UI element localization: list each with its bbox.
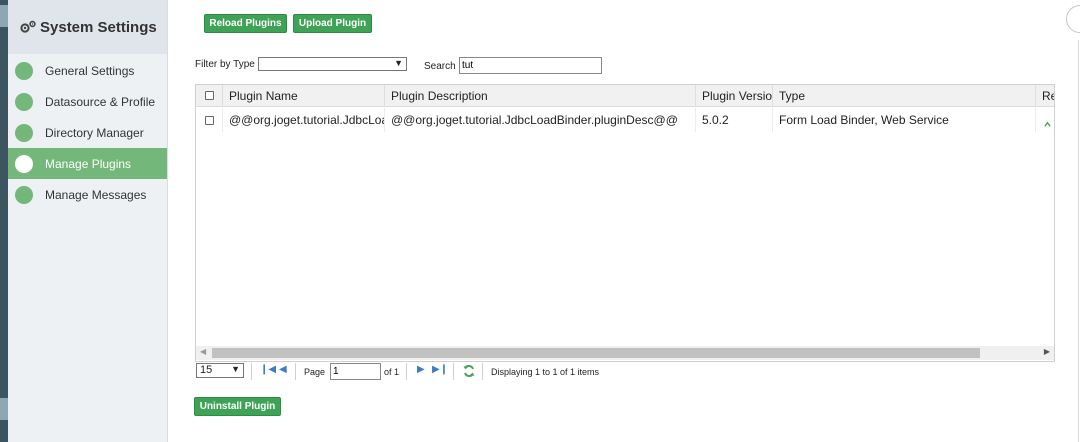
last-page-icon[interactable]: ▶❙ bbox=[432, 364, 448, 375]
filter-type-label: Filter by Type bbox=[195, 59, 255, 70]
close-circle-icon[interactable] bbox=[1066, 5, 1080, 33]
search-label: Search bbox=[424, 61, 456, 72]
page-of-label: of 1 bbox=[384, 367, 400, 377]
sidebar-item-label: Manage Messages bbox=[45, 187, 147, 202]
column-header-reload[interactable]: Re bbox=[1036, 85, 1054, 106]
sidebar-item-manage-plugins[interactable]: Manage Plugins bbox=[8, 148, 167, 179]
divider bbox=[453, 363, 454, 380]
filter-type-select[interactable]: ▼ bbox=[258, 57, 407, 71]
strip-chip bbox=[0, 398, 8, 420]
divider bbox=[406, 363, 407, 380]
sidebar-item-directory-manager[interactable]: Directory Manager bbox=[8, 117, 167, 148]
sidebar-item-label: General Settings bbox=[45, 63, 135, 78]
circle-icon bbox=[15, 92, 33, 111]
page-size-value: 15 bbox=[200, 364, 213, 376]
divider bbox=[295, 363, 296, 380]
page-label: Page bbox=[304, 367, 326, 377]
sidebar-item-datasource-profile[interactable]: Datasource & Profile bbox=[8, 86, 167, 117]
scroll-right-icon[interactable]: ▶ bbox=[1044, 347, 1050, 356]
sidebar-title: System Settings bbox=[40, 18, 157, 36]
select-all-checkbox[interactable] bbox=[205, 91, 214, 100]
row-checkbox[interactable] bbox=[205, 115, 214, 125]
sidebar-header: System Settings bbox=[8, 0, 167, 54]
sidebar-item-label: Manage Plugins bbox=[45, 156, 132, 171]
circle-icon bbox=[15, 185, 33, 204]
column-header-plugin-description[interactable]: Plugin Description bbox=[385, 85, 696, 106]
reload-plugins-button[interactable]: Reload Plugins bbox=[204, 14, 287, 33]
plugin-description-cell: @@org.joget.tutorial.JdbcLoadBinder.plug… bbox=[385, 108, 696, 132]
next-page-icon[interactable]: ▶ bbox=[417, 364, 425, 375]
chevron-down-icon: ▼ bbox=[231, 364, 240, 374]
column-header-plugin-name[interactable]: Plugin Name bbox=[223, 85, 385, 106]
left-window-strip bbox=[0, 0, 8, 442]
system-settings-page: System Settings General Settings Datasou… bbox=[0, 0, 1080, 442]
gears-icon bbox=[20, 20, 36, 33]
page-number-input[interactable] bbox=[330, 363, 381, 380]
sidebar: System Settings General Settings Datasou… bbox=[8, 0, 168, 442]
refresh-icon[interactable] bbox=[462, 364, 476, 378]
plugins-table: Plugin Name Plugin Description Plugin Ve… bbox=[195, 84, 1055, 362]
circle-icon bbox=[15, 123, 33, 142]
page-size-select[interactable]: 15 ▼ bbox=[196, 363, 244, 378]
previous-page-icon[interactable]: ◀ bbox=[279, 364, 287, 375]
scrollbar-thumb[interactable] bbox=[212, 348, 980, 358]
divider bbox=[482, 363, 483, 380]
horizontal-scrollbar[interactable]: ◀ ▶ bbox=[196, 346, 1054, 360]
display-status-text: Displaying 1 to 1 of 1 items bbox=[491, 367, 600, 377]
table-row[interactable]: @@org.joget.tutorial.JdbcLoadBinder @@or… bbox=[196, 108, 1054, 132]
strip-chip bbox=[0, 5, 8, 27]
row-select-cell bbox=[196, 108, 223, 132]
divider bbox=[251, 363, 252, 380]
sidebar-item-label: Directory Manager bbox=[45, 125, 144, 140]
sidebar-item-manage-messages[interactable]: Manage Messages bbox=[8, 179, 167, 210]
sidebar-item-label: Datasource & Profile bbox=[45, 94, 156, 109]
circle-icon bbox=[15, 61, 33, 80]
pagination-bar: 15 ▼ ❙◀ ◀ Page of 1 ▶ ▶❙ Displaying 1 to… bbox=[196, 362, 1056, 382]
column-header-type[interactable]: Type bbox=[773, 85, 1036, 106]
circle-icon bbox=[15, 154, 33, 173]
search-input[interactable] bbox=[459, 57, 602, 74]
sidebar-item-general-settings[interactable]: General Settings bbox=[8, 55, 167, 86]
upload-plugin-button[interactable]: Upload Plugin bbox=[293, 14, 372, 33]
scroll-left-icon[interactable]: ◀ bbox=[200, 347, 206, 356]
plugin-version-cell: 5.0.2 bbox=[696, 108, 773, 132]
divider bbox=[1078, 40, 1079, 442]
table-header: Plugin Name Plugin Description Plugin Ve… bbox=[196, 85, 1054, 107]
plugin-type-cell: Form Load Binder, Web Service bbox=[773, 108, 1036, 132]
chevron-down-icon: ▼ bbox=[394, 58, 403, 68]
select-all-cell bbox=[196, 85, 223, 106]
plugin-name-cell: @@org.joget.tutorial.JdbcLoadBinder bbox=[223, 108, 385, 132]
column-header-plugin-version[interactable]: Plugin Version bbox=[696, 85, 773, 106]
first-page-icon[interactable]: ❙◀ bbox=[260, 364, 276, 375]
reload-cell bbox=[1036, 108, 1054, 132]
uninstall-plugin-button[interactable]: Uninstall Plugin bbox=[194, 397, 281, 416]
reload-icon[interactable] bbox=[1044, 121, 1051, 128]
